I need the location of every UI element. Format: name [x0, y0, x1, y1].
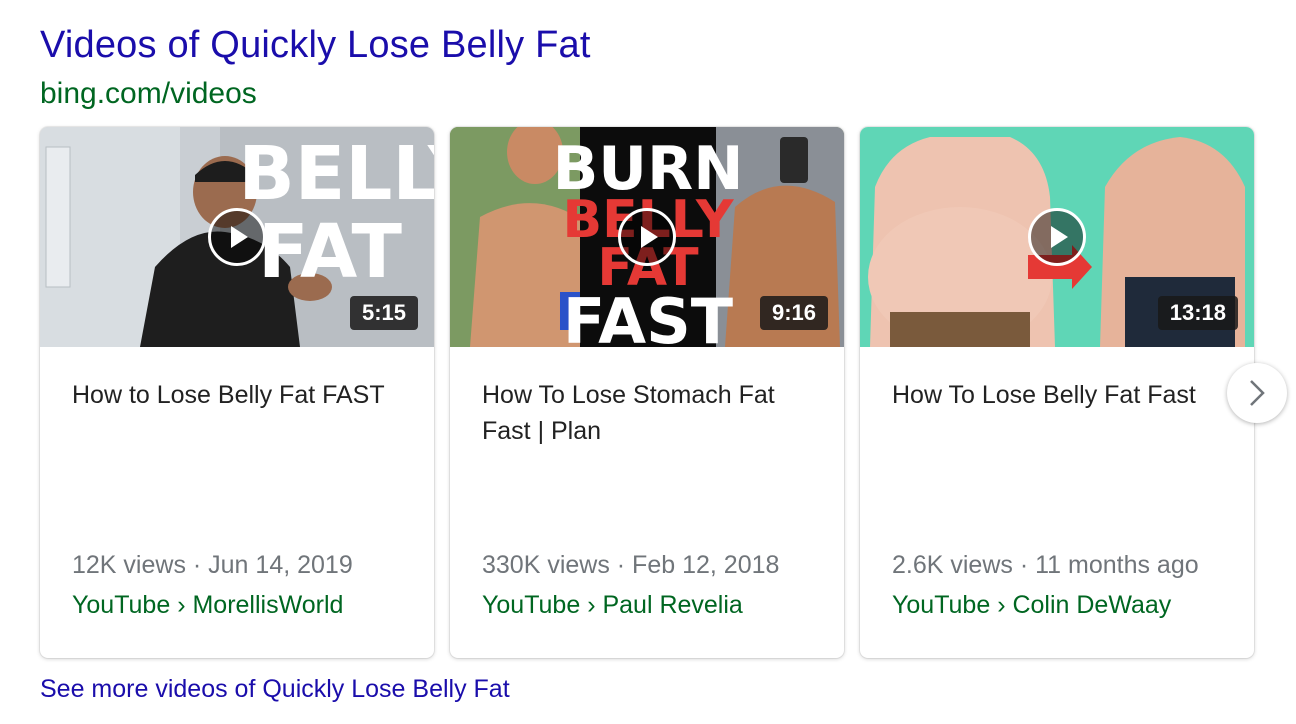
video-title-2[interactable]: How To Lose Stomach Fat Fast | Plan — [482, 377, 822, 449]
play-button-2[interactable] — [618, 208, 676, 266]
video-meta-3: 2.6K views · 11 months ago — [892, 551, 1199, 579]
results-source-url: bing.com/videos — [40, 77, 257, 110]
video-thumbnail-3[interactable]: 13:18 — [860, 127, 1254, 347]
play-button-3[interactable] — [1028, 208, 1086, 266]
video-thumbnail-1[interactable]: BELLY FAT 5:15 — [40, 127, 434, 347]
thumb-text-1a: BELLY — [238, 131, 434, 217]
video-meta-1: 12K views · Jun 14, 2019 — [72, 551, 353, 579]
video-source-2[interactable]: YouTube › Paul Revelia — [482, 591, 743, 620]
see-more-videos-link[interactable]: See more videos of Quickly Lose Belly Fa… — [40, 675, 510, 704]
video-source-1[interactable]: YouTube › MorellisWorld — [72, 591, 343, 620]
video-card-2[interactable]: BURN BELLY FAT FAST 9:16 How To Lose Sto… — [450, 127, 844, 658]
video-card-1[interactable]: BELLY FAT 5:15 How to Lose Belly Fat FAS… — [40, 127, 434, 658]
video-duration-1: 5:15 — [349, 296, 418, 330]
play-icon — [1051, 226, 1068, 248]
video-duration-2: 9:16 — [759, 296, 828, 330]
play-icon — [231, 226, 248, 248]
results-title-link[interactable]: Videos of Quickly Lose Belly Fat — [40, 24, 591, 67]
play-button-1[interactable] — [208, 208, 266, 266]
thumb-text-2d: FAST — [563, 285, 733, 347]
thumb-text-1b: FAT — [258, 209, 403, 295]
play-icon — [641, 226, 658, 248]
video-meta-2: 330K views · Feb 12, 2018 — [482, 551, 780, 579]
video-title-3[interactable]: How To Lose Belly Fat Fast — [892, 377, 1232, 413]
video-duration-3: 13:18 — [1157, 296, 1238, 330]
video-thumbnail-2[interactable]: BURN BELLY FAT FAST 9:16 — [450, 127, 844, 347]
chevron-right-icon — [1250, 380, 1265, 406]
video-card-3[interactable]: 13:18 How To Lose Belly Fat Fast 2.6K vi… — [860, 127, 1254, 658]
video-source-3[interactable]: YouTube › Colin DeWaay — [892, 591, 1171, 620]
carousel-next-button[interactable] — [1227, 363, 1287, 423]
video-title-1[interactable]: How to Lose Belly Fat FAST — [72, 377, 412, 413]
